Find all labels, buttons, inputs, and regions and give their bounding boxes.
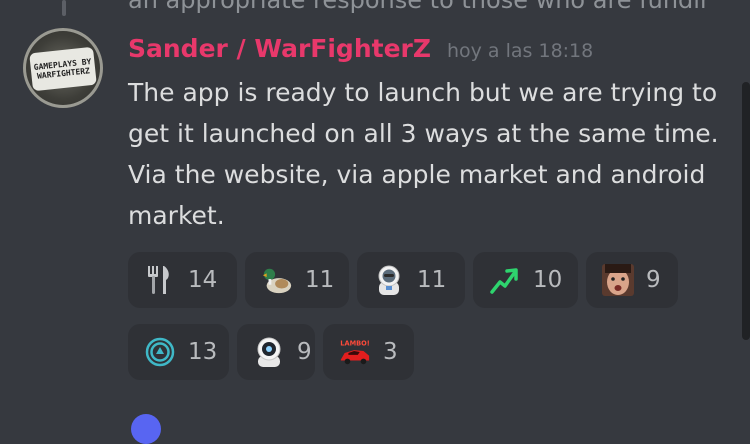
duck-icon (261, 264, 293, 296)
face-emote-icon (602, 264, 634, 296)
avatar-badge-text: GAMEPLAYS BY WARFIGHTERZ (29, 46, 97, 92)
reaction-count: 10 (533, 267, 563, 293)
astronaut-emoji-icon (373, 264, 405, 296)
next-message-avatar[interactable] (131, 414, 161, 444)
lambo-car-icon: LAMBO! (339, 336, 371, 368)
reaction-astronaut-emoji[interactable]: 11 (357, 252, 465, 308)
circle-logo-icon (144, 336, 176, 368)
reaction-count: 9 (646, 267, 661, 293)
message-content: The app is ready to launch but we are tr… (128, 78, 719, 230)
avatar[interactable]: GAMEPLAYS BY WARFIGHTERZ (23, 28, 103, 108)
message-header: Sander / WarFighterZ hoy a las 18:18 (128, 34, 593, 63)
stonks-arrow-icon (489, 264, 521, 296)
reaction-astronaut-helmet[interactable]: 9 (237, 324, 315, 380)
astronaut-helmet-icon (253, 336, 285, 368)
reaction-count: 11 (305, 267, 335, 293)
reaction-lambo[interactable]: LAMBO! 3 (323, 324, 414, 380)
scrollbar[interactable] (742, 82, 750, 340)
reaction-circle-logo[interactable]: 13 (128, 324, 229, 380)
reactions-bar: 14 11 11 10 9 13 9 LAMBO! 3 (128, 252, 688, 380)
reaction-duck[interactable]: 11 (245, 252, 349, 308)
reaction-stonks[interactable]: 10 (473, 252, 578, 308)
reaction-count: 3 (383, 339, 398, 365)
svg-text:LAMBO!: LAMBO! (340, 339, 369, 347)
reaction-count: 9 (297, 339, 312, 365)
reaction-count: 11 (417, 267, 447, 293)
reaction-face-emote[interactable]: 9 (586, 252, 678, 308)
fork-knife-icon (144, 264, 176, 296)
username[interactable]: Sander / WarFighterZ (128, 34, 431, 63)
reaction-count: 13 (188, 339, 218, 365)
reaction-fork-knife[interactable]: 14 (128, 252, 237, 308)
reaction-count: 14 (188, 267, 218, 293)
timestamp[interactable]: hoy a las 18:18 (447, 40, 593, 62)
previous-message-text: an appropriate response to those who are… (128, 0, 708, 14)
reply-thread-line (62, 0, 66, 16)
